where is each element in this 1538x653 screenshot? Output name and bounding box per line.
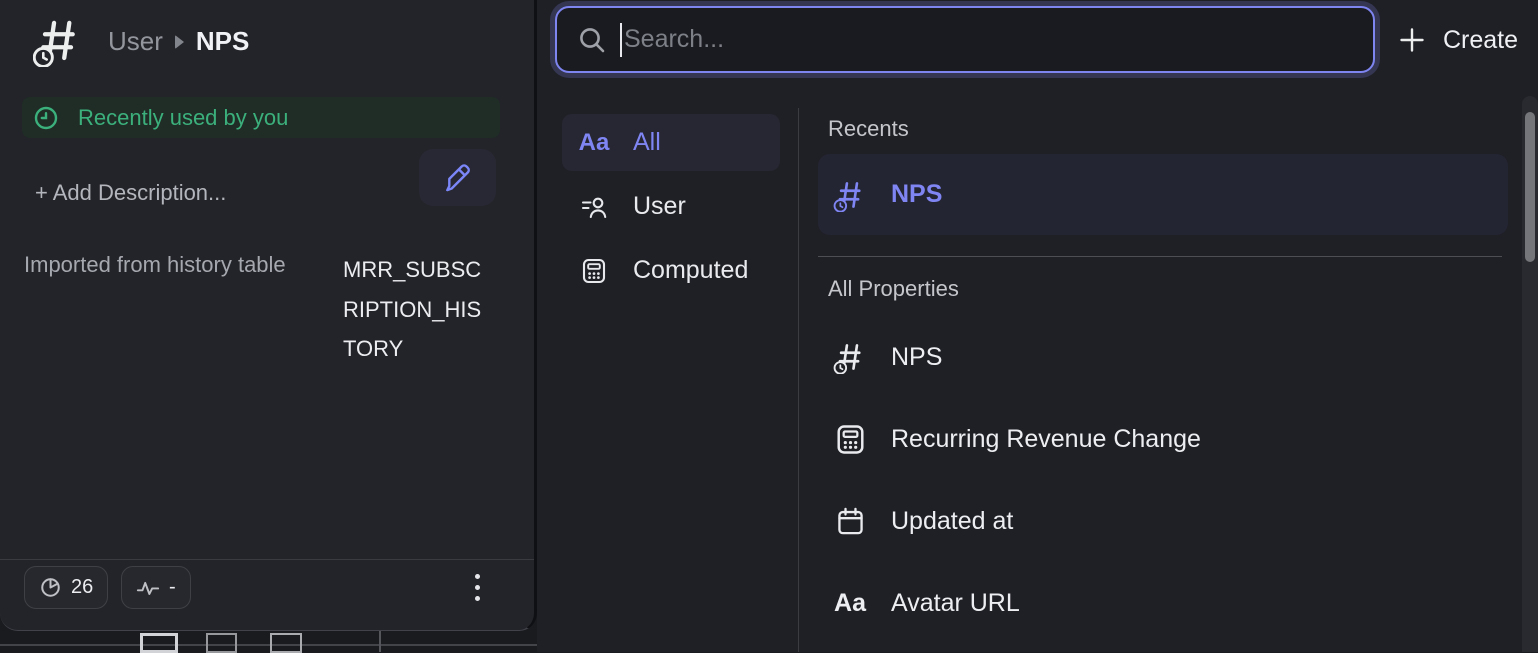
- breadcrumb: User NPS: [108, 26, 249, 57]
- category-label: All: [633, 128, 661, 157]
- trend-value: -: [169, 576, 176, 599]
- recently-used-badge: Recently used by you: [22, 97, 500, 138]
- table-cell: [206, 633, 237, 653]
- count-chip[interactable]: 26: [24, 566, 108, 609]
- property-item-label: Updated at: [891, 507, 1013, 536]
- property-item-updated-at[interactable]: Updated at: [818, 490, 1508, 552]
- recently-used-label: Recently used by you: [78, 105, 288, 131]
- table-border: [0, 644, 537, 646]
- all-properties-header: All Properties: [828, 276, 959, 302]
- scrollbar-track[interactable]: [1522, 96, 1538, 652]
- text-type-icon: Aa: [830, 589, 870, 618]
- table-cell: [140, 633, 178, 653]
- table-cell: [270, 633, 302, 653]
- category-tab-user[interactable]: User: [562, 178, 780, 235]
- divider: [818, 256, 1502, 257]
- user-list-icon: [578, 193, 610, 221]
- property-item-label: Recurring Revenue Change: [891, 425, 1201, 454]
- info-label: Imported from history table: [24, 252, 286, 278]
- create-button[interactable]: Create: [1398, 17, 1538, 63]
- divider: [0, 559, 534, 560]
- table-border: [379, 631, 381, 652]
- calendar-icon: [830, 505, 870, 538]
- pulse-icon: [136, 578, 160, 598]
- add-description-button[interactable]: + Add Description...: [35, 180, 226, 206]
- divider: [798, 108, 799, 652]
- category-tab-all[interactable]: Aa All: [562, 114, 780, 171]
- background-table-fragments: [0, 631, 537, 652]
- hash-clock-icon: [830, 340, 870, 374]
- pencil-icon: [442, 162, 474, 194]
- category-tab-computed[interactable]: Computed: [562, 242, 780, 299]
- create-button-label: Create: [1443, 26, 1518, 55]
- property-item-nps[interactable]: NPS: [818, 326, 1508, 388]
- search-popover: Create Aa All User Computed: [537, 0, 1538, 652]
- chevron-right-icon: [175, 35, 184, 49]
- hash-clock-icon: [33, 15, 83, 67]
- breadcrumb-parent: User: [108, 26, 163, 57]
- plus-icon: [1398, 26, 1426, 54]
- pie-chart-icon: [39, 576, 62, 599]
- recent-item-label: NPS: [891, 180, 942, 209]
- text-type-icon: Aa: [578, 129, 610, 157]
- property-item-recurring-revenue-change[interactable]: Recurring Revenue Change: [818, 408, 1508, 470]
- edit-button[interactable]: [419, 149, 496, 206]
- property-item-avatar-url[interactable]: Aa Avatar URL: [818, 572, 1508, 634]
- scrollbar-thumb[interactable]: [1525, 112, 1535, 262]
- panel-header: [33, 15, 83, 67]
- category-label: Computed: [633, 256, 748, 285]
- property-item-label: NPS: [891, 343, 942, 372]
- search-bar: [555, 6, 1375, 73]
- recents-header: Recents: [828, 116, 909, 142]
- hash-clock-icon: [830, 178, 870, 212]
- count-value: 26: [71, 576, 93, 599]
- search-input[interactable]: [624, 8, 1373, 71]
- calculator-icon: [578, 257, 610, 285]
- property-item-label: Avatar URL: [891, 589, 1020, 618]
- kebab-icon: [475, 574, 480, 579]
- clock-icon: [33, 105, 59, 131]
- recent-item-nps[interactable]: NPS: [818, 154, 1508, 235]
- more-options-button[interactable]: [458, 563, 496, 611]
- info-value: MRR_SUBSCRIPTION_HISTORY: [343, 250, 493, 369]
- search-icon: [577, 25, 607, 55]
- category-label: User: [633, 192, 686, 221]
- trend-chip[interactable]: -: [121, 566, 191, 609]
- property-detail-panel: User NPS Recently used by you + Add Desc…: [0, 0, 537, 631]
- breadcrumb-current: NPS: [196, 26, 249, 57]
- text-cursor: [620, 23, 622, 57]
- calculator-icon: [830, 423, 870, 456]
